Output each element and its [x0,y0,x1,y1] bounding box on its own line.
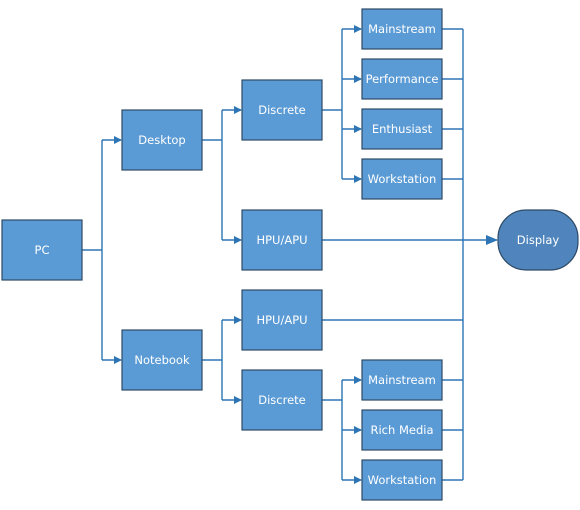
node-desktop-mainstream: Mainstream [361,8,443,50]
node-label: Discrete [258,103,306,117]
connector-desktop [202,110,223,240]
node-label: Notebook [134,353,190,367]
node-label: Enthusiast [372,122,433,136]
node-label: Workstation [368,473,437,487]
node-notebook: Notebook [121,329,203,391]
node-label: PC [35,243,50,257]
node-desktop-performance: Performance [361,58,443,100]
node-desktop-enthusiast: Enthusiast [361,108,443,150]
connector-desktop-discrete [322,29,343,179]
node-label: Rich Media [371,423,434,437]
node-desktop-discrete: Discrete [241,79,323,141]
node-label: Mainstream [368,373,436,387]
node-label: Performance [366,72,439,86]
connector-notebook-discrete [322,380,343,480]
node-desktop-hpu-apu: HPU/APU [241,209,323,271]
node-pc: PC [1,219,83,281]
node-label: Display [517,233,560,247]
node-label: Mainstream [368,22,436,36]
node-label: HPU/APU [256,313,307,327]
node-desktop-workstation: Workstation [361,158,443,200]
node-display: Display [497,209,579,271]
node-label: Discrete [258,393,306,407]
node-desktop: Desktop [121,109,203,171]
node-notebook-rich-media: Rich Media [361,409,443,451]
node-label: Workstation [368,172,437,186]
node-label: Desktop [138,133,185,147]
node-notebook-workstation: Workstation [361,459,443,501]
node-notebook-discrete: Discrete [241,369,323,431]
connector-notebook [202,320,223,400]
node-notebook-hpu-apu: HPU/APU [241,289,323,351]
pc-graphics-segmentation-diagram: PC Desktop Notebook Discrete HPU/APU HPU… [1,8,579,501]
node-label: HPU/APU [256,233,307,247]
node-notebook-mainstream: Mainstream [361,359,443,401]
